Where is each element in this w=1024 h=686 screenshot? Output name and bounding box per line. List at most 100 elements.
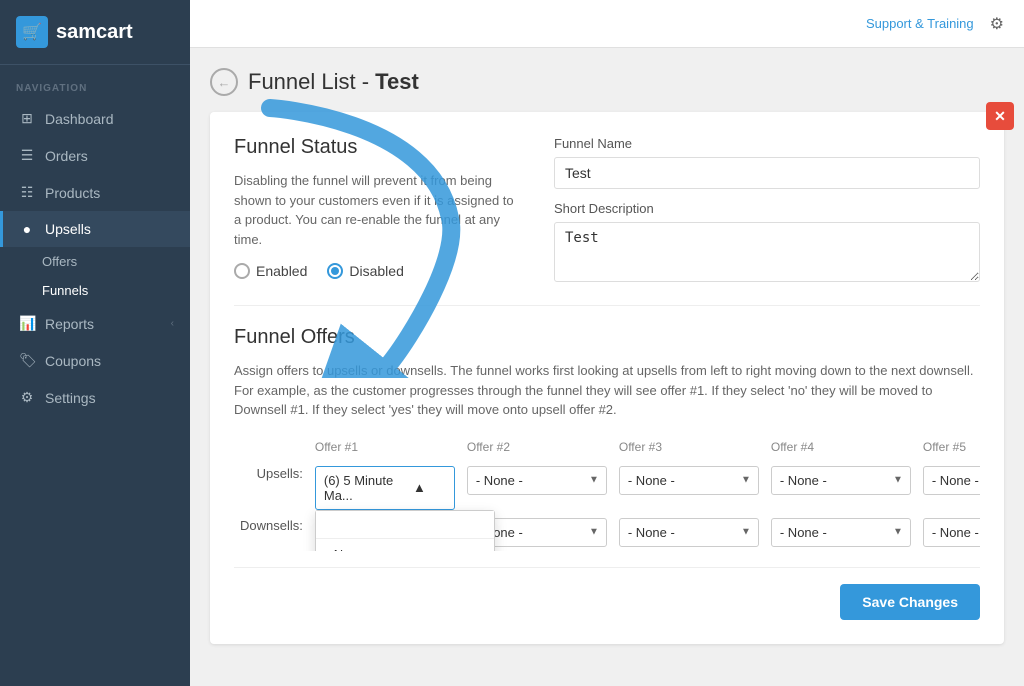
- col-offer2: Offer #2: [461, 440, 613, 462]
- reports-icon: 📊: [19, 315, 35, 332]
- funnel-offers-desc: Assign offers to upsells or downsells. T…: [234, 361, 980, 420]
- nav-section-label: NAVIGATION: [0, 65, 190, 100]
- funnel-status-left: Funnel Status Disabling the funnel will …: [234, 136, 524, 285]
- page-title-bar: ← Funnel List - Test: [210, 68, 1004, 96]
- col-offer4: Offer #4: [765, 440, 917, 462]
- sidebar-item-upsells[interactable]: ● Upsells: [0, 211, 190, 247]
- dropdown-selected-value[interactable]: (6) 5 Minute Ma... ▲: [315, 466, 455, 510]
- sidebar-item-label: Settings: [45, 390, 96, 406]
- upsells-row-label: Upsells:: [234, 462, 309, 514]
- funnel-name-field: Funnel Name: [554, 136, 980, 189]
- short-desc-input[interactable]: Test: [554, 222, 980, 282]
- sidebar-item-settings[interactable]: ⚙ Settings: [0, 379, 190, 416]
- funnel-offers-title: Funnel Offers: [234, 326, 980, 349]
- back-button[interactable]: ←: [210, 68, 238, 96]
- sidebar-item-label: Upsells: [45, 221, 91, 237]
- sidebar-sub-item-offers[interactable]: Offers: [0, 247, 190, 276]
- col-offer5: Offer #5: [917, 440, 980, 462]
- dropdown-arrow: ▲: [413, 480, 426, 495]
- funnel-status-right: Funnel Name Short Description Test: [554, 136, 980, 285]
- logo-icon: 🛒: [16, 16, 48, 48]
- logo-area: 🛒 samcart: [0, 0, 190, 65]
- downsell-offer5-select[interactable]: - None - ▼: [923, 518, 980, 547]
- coupons-icon: 🏷: [19, 352, 35, 369]
- funnel-name-label: Funnel Name: [554, 136, 980, 151]
- dashboard-icon: ⊞: [19, 110, 35, 127]
- offers-label: Offers: [42, 254, 77, 269]
- col-offer3: Offer #3: [613, 440, 765, 462]
- dropdown-search-input[interactable]: [316, 511, 494, 539]
- downsell-offer4-select[interactable]: - None - ▼: [771, 518, 911, 547]
- upsell-offer1-cell: (6) 5 Minute Ma... ▲ - None - (24) Test …: [309, 462, 461, 514]
- upsell-offer3-select[interactable]: - None - ▼: [619, 466, 759, 495]
- sidebar-item-label: Reports: [45, 316, 94, 332]
- upsell-offer3-cell: - None - ▼: [613, 462, 765, 514]
- upsell-offer4-cell: - None - ▼: [765, 462, 917, 514]
- dropdown-menu: - None - (24) Test Offer (6) 5 Minute Ma…: [315, 510, 495, 551]
- offers-grid: Offer #1 Offer #2 Offer #3 Offer #4: [234, 440, 980, 551]
- funnel-status-title: Funnel Status: [234, 136, 524, 159]
- sidebar-item-label: Orders: [45, 148, 88, 164]
- short-description-field: Short Description Test: [554, 201, 980, 285]
- upsells-row: Upsells: (6) 5 Minute Ma... ▲: [234, 462, 980, 514]
- sidebar-sub-item-funnels[interactable]: Funnels: [0, 276, 190, 305]
- downsell-offer3-select[interactable]: - None - ▼: [619, 518, 759, 547]
- save-bar: Save Changes: [234, 567, 980, 620]
- sidebar-item-products[interactable]: ☷ Products: [0, 174, 190, 211]
- radio-enabled[interactable]: Enabled: [234, 263, 307, 279]
- sidebar-item-coupons[interactable]: 🏷 Coupons: [0, 342, 190, 379]
- products-icon: ☷: [19, 184, 35, 201]
- page-title: Funnel List - Test: [248, 69, 419, 95]
- radio-disabled-circle: [327, 263, 343, 279]
- col-offer1: Offer #1: [309, 440, 461, 462]
- close-button[interactable]: ✕: [986, 102, 1014, 130]
- short-desc-label: Short Description: [554, 201, 980, 216]
- content-area: ← Funnel List - Test ✕ Funnel Status Dis…: [190, 48, 1024, 686]
- funnels-label: Funnels: [42, 283, 88, 298]
- downsell-offer3-select-input[interactable]: - None -: [619, 518, 759, 547]
- upsell-offer5-select-input[interactable]: - None -: [923, 466, 980, 495]
- radio-disabled[interactable]: Disabled: [327, 263, 403, 279]
- downsell-offer5-select-input[interactable]: - None -: [923, 518, 980, 547]
- topbar: Support & Training ⚙: [190, 0, 1024, 48]
- offers-header-row: Offer #1 Offer #2 Offer #3 Offer #4: [234, 440, 980, 462]
- upsell-offer3-select-input[interactable]: - None -: [619, 466, 759, 495]
- sidebar-item-label: Coupons: [45, 353, 101, 369]
- sidebar-item-reports[interactable]: 📊 Reports ‹: [0, 305, 190, 342]
- settings-icon: ⚙: [19, 389, 35, 406]
- upsell-offer2-cell: - None - ▼: [461, 462, 613, 514]
- downsell-offer4-cell: - None - ▼: [765, 514, 917, 551]
- funnel-name-input[interactable]: [554, 157, 980, 189]
- reports-chevron: ‹: [171, 318, 174, 329]
- upsells-icon: ●: [19, 221, 35, 237]
- upsell-offer4-select[interactable]: - None - ▼: [771, 466, 911, 495]
- upsell-offer5-select[interactable]: - None - ▼: [923, 466, 980, 495]
- upsell-offer2-select[interactable]: - None - ▼: [467, 466, 607, 495]
- radio-group: Enabled Disabled: [234, 263, 524, 279]
- upsell-offer2-select-input[interactable]: - None -: [467, 466, 607, 495]
- offers-table: Offer #1 Offer #2 Offer #3 Offer #4: [234, 440, 980, 551]
- funnel-offers-section: Funnel Offers Assign offers to upsells o…: [234, 326, 980, 551]
- save-changes-button[interactable]: Save Changes: [840, 584, 980, 620]
- downsell-offer5-cell: - None - ▼: [917, 514, 980, 551]
- upsell-offer4-select-input[interactable]: - None -: [771, 466, 911, 495]
- funnel-status-desc: Disabling the funnel will prevent it fro…: [234, 171, 514, 249]
- radio-dot: [331, 267, 339, 275]
- sidebar-item-dashboard[interactable]: ⊞ Dashboard: [0, 100, 190, 137]
- upsell-offer1-dropdown[interactable]: (6) 5 Minute Ma... ▲ - None - (24) Test …: [315, 466, 455, 510]
- sidebar-item-orders[interactable]: ☰ Orders: [0, 137, 190, 174]
- sidebar-item-label: Dashboard: [45, 111, 114, 127]
- downsell-offer3-cell: - None - ▼: [613, 514, 765, 551]
- col-label: [234, 440, 309, 462]
- main-card: ✕ Funnel Status Disabling the funnel wil…: [210, 112, 1004, 644]
- orders-icon: ☰: [19, 147, 35, 164]
- dropdown-option-none[interactable]: - None -: [316, 539, 494, 551]
- support-training-link[interactable]: Support & Training: [866, 16, 974, 31]
- sidebar: 🛒 samcart NAVIGATION ⊞ Dashboard ☰ Order…: [0, 0, 190, 686]
- main-content: Support & Training ⚙ ← Funnel List - Tes…: [190, 0, 1024, 686]
- settings-gear-icon[interactable]: ⚙: [990, 14, 1004, 34]
- radio-enabled-circle: [234, 263, 250, 279]
- funnel-status-section: Funnel Status Disabling the funnel will …: [234, 136, 980, 285]
- downsell-offer4-select-input[interactable]: - None -: [771, 518, 911, 547]
- logo-text: samcart: [56, 21, 133, 44]
